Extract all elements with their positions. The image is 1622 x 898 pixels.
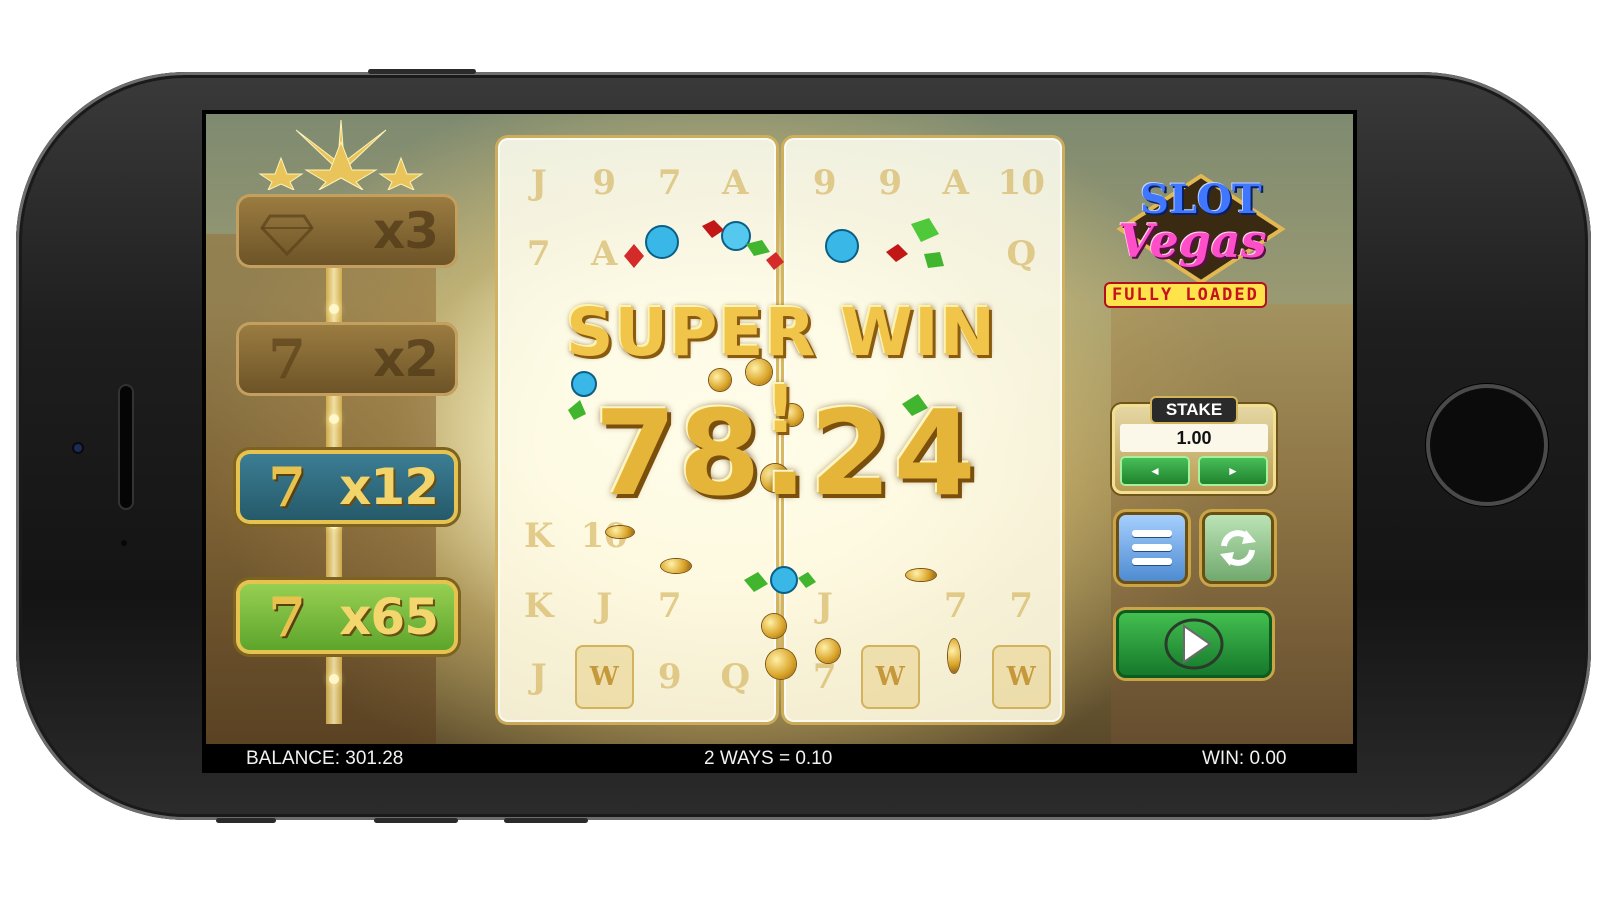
multiplier-x12: 7 x12 — [236, 450, 458, 524]
game-viewport: x3 7 x2 7 x12 7 x65 J 9 7 A 7 A K 10 K J 7 J W 9 Q 99A… — [206, 114, 1353, 744]
reel-symbol: K — [523, 586, 554, 627]
reel-symbol: J — [530, 656, 547, 697]
menu-icon-bar — [1132, 558, 1172, 565]
reel-symbol: K — [523, 515, 554, 556]
reel-symbol: Q — [720, 656, 751, 697]
wild-symbol: W — [991, 644, 1051, 709]
reel-symbol: 10 — [997, 163, 1045, 204]
pole-light — [329, 674, 339, 684]
reel-symbol: 7 — [943, 586, 968, 627]
pole-light — [329, 414, 339, 424]
earpiece-speaker — [118, 384, 134, 510]
stake-increase-button[interactable]: ► — [1198, 456, 1268, 486]
phone-screen: x3 7 x2 7 x12 7 x65 J 9 7 A 7 A K 10 K J 7 J W 9 Q 99A… — [202, 110, 1357, 773]
balance-readout: BALANCE: 301.28 — [246, 748, 404, 769]
seven-symbol: 7 — [268, 585, 306, 649]
multiplier-x2: 7 x2 — [236, 322, 458, 396]
stake-panel: STAKE 1.00 ◄ ► — [1112, 398, 1276, 494]
wild-symbol: W — [574, 644, 634, 709]
multiplier-label: x3 — [372, 202, 439, 260]
reel-symbol: Q — [1006, 233, 1037, 274]
menu-button[interactable] — [1116, 512, 1188, 584]
stake-value: 1.00 — [1120, 424, 1268, 452]
home-button[interactable] — [1426, 384, 1548, 506]
diamond-icon — [260, 214, 314, 257]
multiplier-label: x65 — [339, 588, 439, 646]
seven-symbol: 7 — [268, 327, 306, 391]
reel-symbol: 7 — [657, 586, 682, 627]
coin — [948, 639, 960, 673]
game-logo: SLOT Vegas FULLY LOADED — [1096, 168, 1292, 308]
gems-center — [744, 566, 816, 594]
reel-symbol: J — [596, 586, 613, 627]
pole-light — [329, 304, 339, 314]
status-bar: BALANCE: 301.28 2 WAYS = 0.10 WIN: 0.00 — [202, 744, 1357, 773]
multiplier-label: x12 — [339, 458, 439, 516]
phone-volume-button-3 — [504, 818, 588, 823]
multiplier-x65: 7 x65 — [236, 580, 458, 654]
autoplay-icon — [1220, 530, 1256, 566]
coin — [816, 639, 840, 663]
star-burst-icon — [258, 120, 424, 190]
phone-volume-button-2 — [374, 818, 458, 823]
coin — [766, 649, 796, 679]
front-camera — [74, 444, 82, 452]
gems-decoration — [624, 218, 944, 270]
phone-volume-button-1 — [216, 818, 276, 823]
reel-symbol: 7 — [1009, 586, 1034, 627]
stake-label: STAKE — [1152, 398, 1236, 422]
autoplay-button[interactable] — [1202, 512, 1274, 584]
play-icon — [1164, 618, 1224, 670]
logo-line-3: FULLY LOADED — [1106, 284, 1265, 306]
spin-button[interactable] — [1116, 610, 1272, 678]
multiplier-x3: x3 — [236, 194, 458, 268]
multiplier-label: x2 — [372, 330, 439, 388]
phone-top-button — [368, 69, 476, 74]
coin — [606, 526, 634, 538]
ways-readout: 2 WAYS = 0.10 — [704, 748, 833, 769]
win-readout: WIN: 0.00 — [1202, 748, 1287, 769]
menu-icon-bar — [1132, 544, 1172, 551]
proximity-sensor — [121, 540, 127, 546]
coin — [906, 569, 936, 581]
seven-symbol: 7 — [268, 455, 306, 519]
wild-symbol: W — [860, 644, 920, 709]
stake-decrease-button[interactable]: ◄ — [1120, 456, 1190, 486]
reel-symbol: 7 — [526, 233, 551, 274]
win-amount: 78.24 — [594, 384, 978, 522]
reel-symbol: J — [530, 163, 547, 204]
coin — [762, 614, 786, 638]
logo-line-2: Vegas — [1118, 214, 1267, 268]
coin — [661, 559, 691, 573]
reel-symbol: 9 — [657, 656, 682, 697]
menu-icon-bar — [1132, 530, 1172, 537]
reel-symbol — [858, 571, 924, 642]
